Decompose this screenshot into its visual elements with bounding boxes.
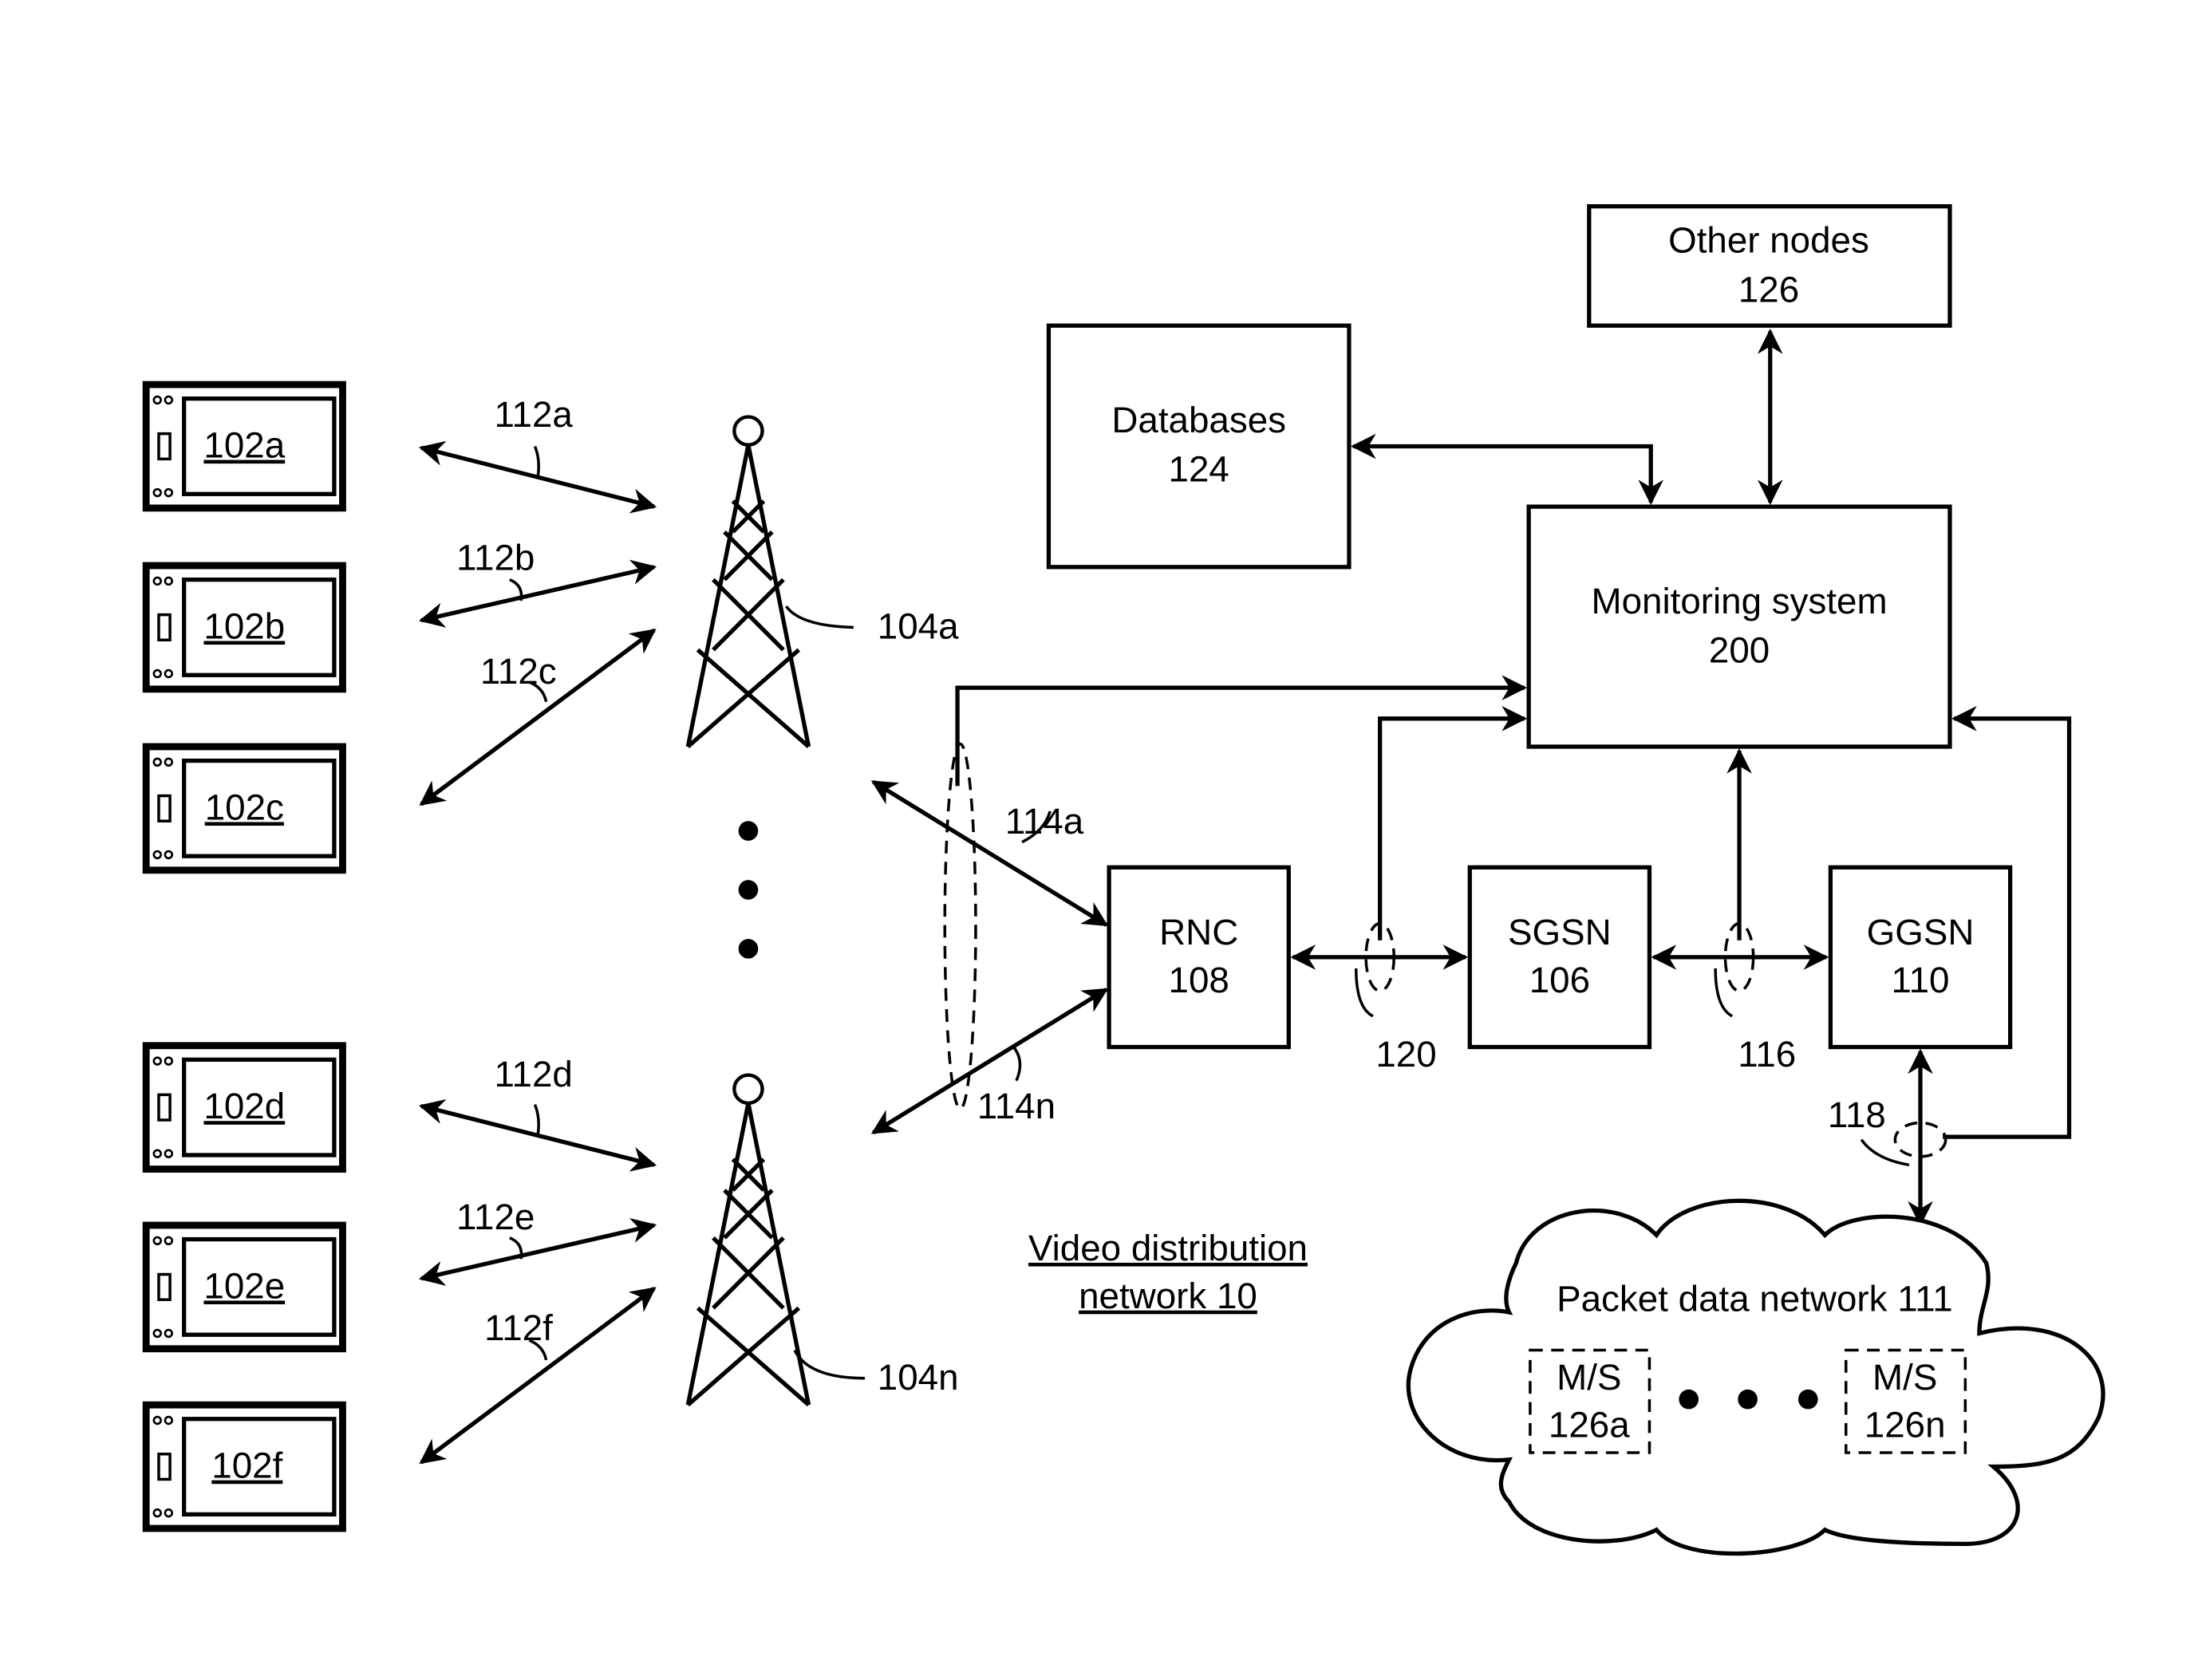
device-label: 102b xyxy=(203,606,285,647)
backhaul-114n: 114n xyxy=(870,988,1109,1135)
tower-104n: 104n xyxy=(688,1075,959,1405)
node-name: GGSN xyxy=(1867,912,1975,952)
tap-116: 116 xyxy=(1714,921,1796,1075)
pdn-label: Packet data network 111 xyxy=(1557,1278,1953,1319)
link-112e: 112e xyxy=(418,1197,657,1286)
device-102a: 102a xyxy=(146,385,342,508)
device-label: 102e xyxy=(203,1265,285,1306)
node-rnc: RNC 108 xyxy=(1107,865,1291,1050)
node-number: 110 xyxy=(1892,960,1950,1000)
network-label-line1: Video distribution xyxy=(1028,1228,1308,1268)
node-name: RNC xyxy=(1159,912,1238,952)
tower-label: 104n xyxy=(878,1357,959,1398)
node-monitoring-system: Monitoring system 200 xyxy=(1526,504,1952,749)
device-label: 102c xyxy=(205,787,284,827)
device-102f: 102f xyxy=(146,1405,342,1528)
towers-ellipsis xyxy=(738,821,759,959)
backhaul-label: 114a xyxy=(1005,801,1084,842)
link-label: 112e xyxy=(456,1197,535,1237)
node-number: 108 xyxy=(1169,960,1229,1000)
backhaul-114a: 114a xyxy=(870,779,1109,927)
node-name: Monitoring system xyxy=(1592,581,1888,621)
tap-118: 118 xyxy=(1828,1094,1947,1167)
node-name: SGSN xyxy=(1508,912,1612,952)
packet-data-network-cloud: Packet data network 111 M/S 126a M/S 126… xyxy=(1406,1198,2105,1556)
link-112b: 112b xyxy=(418,537,657,628)
tap-label: 116 xyxy=(1738,1034,1796,1075)
link-112c: 112c xyxy=(419,628,657,806)
link-label: 112d xyxy=(494,1054,572,1094)
link-label: 112a xyxy=(494,394,573,435)
device-102c: 102c xyxy=(146,747,342,870)
node-ggsn: GGSN 110 xyxy=(1828,865,2013,1050)
device-label: 102a xyxy=(203,425,285,466)
server-name: M/S xyxy=(1872,1357,1937,1398)
node-databases: Databases 124 xyxy=(1046,323,1351,570)
tap-ellipse-backhaul xyxy=(943,742,977,1110)
link-112a: 112a xyxy=(418,394,657,514)
node-name: Databases xyxy=(1111,400,1286,440)
device-102e: 102e xyxy=(146,1225,342,1349)
node-number: 126 xyxy=(1738,269,1799,310)
backhaul-label: 114n xyxy=(977,1086,1056,1126)
tap-120: 120 xyxy=(1354,921,1437,1075)
tower-label: 104a xyxy=(878,606,959,647)
network-label-line2: network 10 xyxy=(1079,1276,1257,1316)
node-name: Other nodes xyxy=(1668,220,1869,261)
tap-label: 118 xyxy=(1828,1094,1886,1135)
device-label: 102f xyxy=(211,1445,282,1486)
link-label: 112c xyxy=(480,651,557,692)
tap-label: 120 xyxy=(1375,1034,1436,1075)
node-number: 106 xyxy=(1529,960,1590,1000)
tower-104a: 104a xyxy=(688,417,959,747)
node-number: 124 xyxy=(1169,448,1229,489)
device-label: 102d xyxy=(203,1086,285,1126)
link-label: 112f xyxy=(484,1307,553,1348)
link-label: 112b xyxy=(456,537,535,578)
server-name: M/S xyxy=(1557,1357,1621,1398)
node-number: 200 xyxy=(1709,629,1770,670)
server-number: 126n xyxy=(1864,1405,1946,1445)
device-102d: 102d xyxy=(146,1046,342,1169)
network-diagram: 102a 102b 102c 102d 102e 102f 112a 112b … xyxy=(0,203,2105,1556)
node-sgsn: SGSN 106 xyxy=(1467,865,1652,1050)
node-other-nodes: Other nodes 126 xyxy=(1587,203,1952,328)
device-102b: 102b xyxy=(146,566,342,689)
server-number: 126a xyxy=(1549,1405,1630,1445)
link-112d: 112d xyxy=(418,1054,657,1172)
link-112f: 112f xyxy=(419,1287,657,1465)
